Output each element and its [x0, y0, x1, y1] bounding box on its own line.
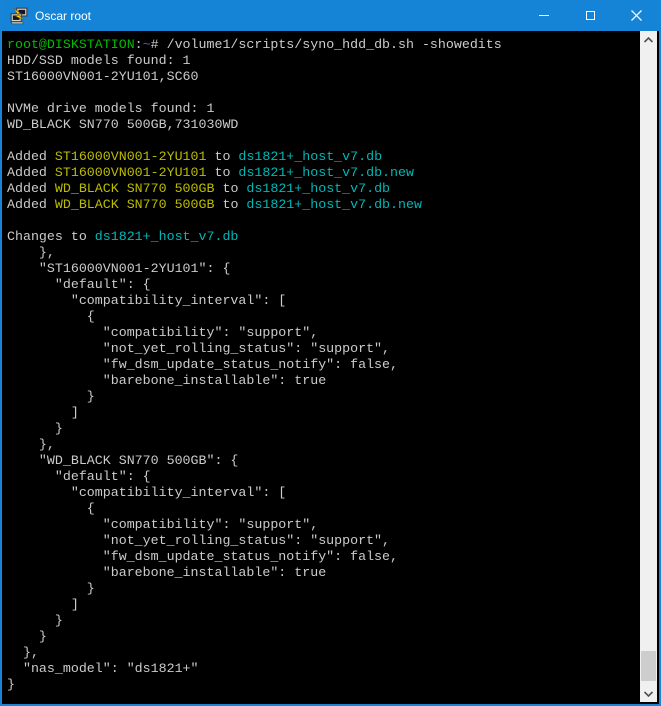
- close-button[interactable]: [613, 0, 659, 31]
- terminal-line: }: [7, 581, 644, 597]
- putty-icon[interactable]: [10, 7, 28, 25]
- terminal-line: }: [7, 613, 644, 629]
- terminal-line: Added ST16000VN001-2YU101 to ds1821+_hos…: [7, 149, 644, 165]
- terminal-line: "barebone_installable": true: [7, 373, 644, 389]
- chevron-down-icon: [644, 691, 653, 697]
- terminal-line: },: [7, 245, 644, 261]
- minimize-button[interactable]: [521, 0, 567, 31]
- terminal-line: }: [7, 389, 644, 405]
- terminal-line: root@DISKSTATION:~# /volume1/scripts/syn…: [7, 37, 644, 53]
- terminal-line: ]: [7, 597, 644, 613]
- close-icon: [631, 10, 642, 21]
- maximize-button[interactable]: [567, 0, 613, 31]
- terminal-line: "compatibility_interval": [: [7, 485, 644, 501]
- terminal-line: Added WD_BLACK SN770 500GB to ds1821+_ho…: [7, 197, 644, 213]
- terminal-line: "not_yet_rolling_status": "support",: [7, 341, 644, 357]
- chevron-up-icon: [644, 37, 653, 43]
- terminal-line: "default": {: [7, 469, 644, 485]
- terminal-line: },: [7, 645, 644, 661]
- terminal-line: WD_BLACK SN770 500GB,731030WD: [7, 117, 644, 133]
- terminal-line: [7, 133, 644, 149]
- scroll-down-button[interactable]: [640, 685, 657, 702]
- scroll-up-button[interactable]: [640, 31, 657, 48]
- scrollbar[interactable]: [640, 31, 657, 702]
- terminal-line: {: [7, 501, 644, 517]
- terminal-line: ST16000VN001-2YU101,SC60: [7, 69, 644, 85]
- terminal-line: "fw_dsm_update_status_notify": false,: [7, 357, 644, 373]
- terminal-line: "compatibility": "support",: [7, 325, 644, 341]
- terminal-line: "compatibility_interval": [: [7, 293, 644, 309]
- terminal-line: }: [7, 629, 644, 645]
- terminal-line: [7, 85, 644, 101]
- terminal-line: "fw_dsm_update_status_notify": false,: [7, 549, 644, 565]
- window-title: Oscar root: [35, 9, 521, 23]
- terminal-line: NVMe drive models found: 1: [7, 101, 644, 117]
- terminal-line: "WD_BLACK SN770 500GB": {: [7, 453, 644, 469]
- window-controls: [521, 0, 659, 31]
- terminal-line: {: [7, 309, 644, 325]
- putty-window: Oscar root root@DISKSTATION:~# /volume1/…: [0, 0, 661, 706]
- terminal-line: [7, 213, 644, 229]
- terminal-line: "not_yet_rolling_status": "support",: [7, 533, 644, 549]
- terminal-line: "barebone_installable": true: [7, 565, 644, 581]
- terminal-line: "default": {: [7, 277, 644, 293]
- maximize-icon: [586, 11, 595, 20]
- terminal-line: },: [7, 437, 644, 453]
- terminal-line: Added WD_BLACK SN770 500GB to ds1821+_ho…: [7, 181, 644, 197]
- terminal-line: }: [7, 421, 644, 437]
- terminal-line: "nas_model": "ds1821+": [7, 661, 644, 677]
- minimize-icon: [539, 15, 549, 16]
- terminal-line: "ST16000VN001-2YU101": {: [7, 261, 644, 277]
- title-bar: Oscar root: [2, 0, 659, 31]
- terminal-line: }: [7, 677, 644, 693]
- scrollbar-thumb[interactable]: [641, 651, 656, 681]
- terminal-line: Added ST16000VN001-2YU101 to ds1821+_hos…: [7, 165, 644, 181]
- terminal-line: HDD/SSD models found: 1: [7, 53, 644, 69]
- terminal-line: "compatibility": "support",: [7, 517, 644, 533]
- terminal-line: ]: [7, 405, 644, 421]
- terminal-line: Changes to ds1821+_host_v7.db: [7, 229, 644, 245]
- terminal-output[interactable]: root@DISKSTATION:~# /volume1/scripts/syn…: [4, 31, 644, 702]
